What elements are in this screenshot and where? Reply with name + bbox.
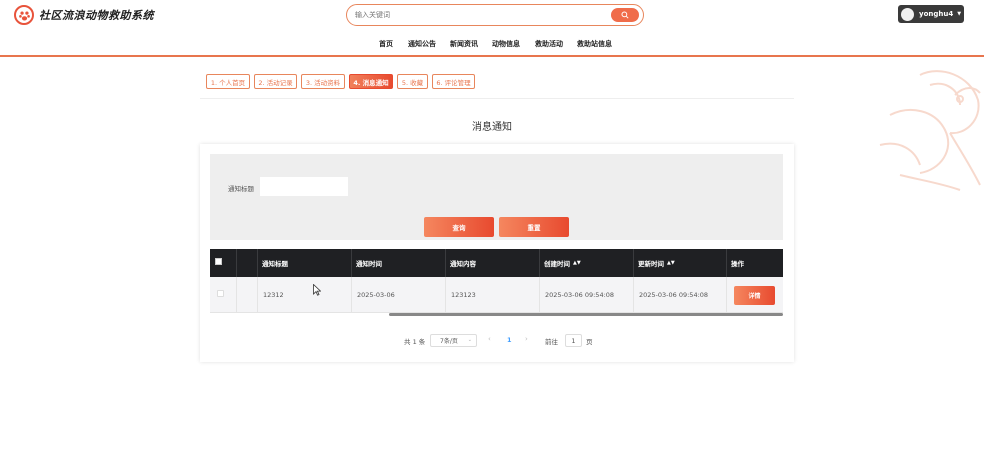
cell-time: 2025-03-06	[352, 277, 446, 313]
goto-label: 前往	[545, 338, 558, 346]
tabs-divider	[200, 98, 794, 99]
app-title: 社区流浪动物救助系统	[39, 9, 154, 22]
table-row: 12312 2025-03-06 123123 2025-03-06 09:54…	[210, 277, 783, 313]
table-horizontal-scrollbar[interactable]	[389, 313, 783, 316]
nav-item-rescue-activities[interactable]: 救助活动	[535, 39, 563, 49]
search-icon	[621, 11, 629, 19]
goto-page-input[interactable]: 1	[565, 334, 582, 347]
next-page-icon[interactable]: ›	[525, 335, 528, 343]
chevron-down-icon: ⌄	[467, 337, 472, 343]
sort-icon[interactable]: ▲▼	[667, 260, 675, 266]
cell-title: 12312	[258, 277, 352, 313]
column-header-action: 操作	[731, 260, 744, 268]
page-title: 消息通知	[472, 122, 512, 133]
sort-icon[interactable]: ▲▼	[573, 260, 581, 266]
select-all-checkbox[interactable]	[215, 258, 222, 265]
reset-button[interactable]: 重置	[499, 217, 569, 237]
nav-item-rescue-stations[interactable]: 救助站信息	[577, 39, 612, 49]
mouse-cursor-icon	[313, 284, 321, 296]
tab-favorites[interactable]: 5. 收藏	[397, 74, 428, 89]
column-header-updated-label: 更新时间	[638, 260, 664, 268]
filter-form: 通知标题 查询 重置	[210, 154, 783, 240]
query-button[interactable]: 查询	[424, 217, 494, 237]
cell-updated: 2025-03-06 09:54:08	[634, 277, 727, 313]
search-button[interactable]	[611, 8, 639, 22]
page-size-value: 7条/页	[440, 338, 458, 345]
nav-item-animals[interactable]: 动物信息	[492, 39, 520, 49]
column-header-updated[interactable]: 更新时间 ▲▼	[634, 249, 727, 277]
page-unit-label: 页	[586, 338, 593, 346]
avatar	[901, 7, 914, 21]
notice-title-label: 通知标题	[228, 185, 254, 193]
prev-page-icon[interactable]: ‹	[488, 335, 491, 343]
nav-item-notices[interactable]: 通知公告	[408, 39, 436, 49]
current-page[interactable]: 1	[507, 336, 512, 344]
row-index-cell	[237, 277, 258, 313]
pagination: 共 1 条 7条/页 ⌄ ‹ 1 › 前往 1 页	[200, 334, 794, 348]
column-header-created[interactable]: 创建时间 ▲▼	[540, 249, 634, 277]
nav-item-home[interactable]: 首页	[379, 39, 393, 49]
chevron-down-icon: ▼	[957, 11, 962, 17]
index-header	[237, 249, 258, 277]
search-bar	[346, 4, 644, 26]
top-header: 社区流浪动物救助系统 yonghu4 ▼ 首页 通知公告 新闻资讯 动物信息 救…	[0, 0, 984, 57]
app-logo[interactable]: 社区流浪动物救助系统	[14, 5, 154, 25]
table-header: 通知标题 通知时间 通知内容 创建时间 ▲▼ 更新时间 ▲▼ 操作	[210, 249, 783, 277]
page-size-select[interactable]: 7条/页 ⌄	[430, 334, 477, 347]
tab-comments[interactable]: 6. 评论管理	[432, 74, 475, 89]
username: yonghu4	[919, 10, 954, 18]
column-header-content: 通知内容	[446, 249, 540, 277]
paw-logo-icon	[14, 5, 34, 25]
tab-activity-records[interactable]: 2. 活动记录	[254, 74, 297, 89]
nav-item-news[interactable]: 新闻资讯	[450, 39, 478, 49]
pagination-total: 共 1 条	[404, 338, 426, 346]
tab-personal-home[interactable]: 1. 个人首页	[206, 74, 250, 89]
select-all-cell	[210, 249, 237, 277]
search-input[interactable]	[355, 8, 595, 22]
detail-button[interactable]: 详情	[734, 286, 775, 305]
column-header-time: 通知时间	[352, 249, 446, 277]
column-header-created-label: 创建时间	[544, 260, 570, 268]
notice-title-input[interactable]	[260, 177, 348, 196]
notification-panel: 通知标题 查询 重置 通知标题 通知时间 通知内容 创建时间 ▲▼ 更新时间 ▲…	[200, 144, 794, 362]
column-header-title: 通知标题	[258, 249, 352, 277]
row-checkbox[interactable]	[217, 290, 224, 297]
user-menu[interactable]: yonghu4 ▼	[898, 5, 964, 23]
cell-created: 2025-03-06 09:54:08	[540, 277, 634, 313]
notification-table: 通知标题 通知时间 通知内容 创建时间 ▲▼ 更新时间 ▲▼ 操作 12312 …	[210, 249, 783, 316]
tab-activity-materials[interactable]: 3. 活动资料	[301, 74, 345, 89]
row-check-cell	[210, 277, 237, 313]
tab-messages[interactable]: 4. 消息通知	[349, 74, 393, 89]
cell-content: 123123	[446, 277, 540, 313]
